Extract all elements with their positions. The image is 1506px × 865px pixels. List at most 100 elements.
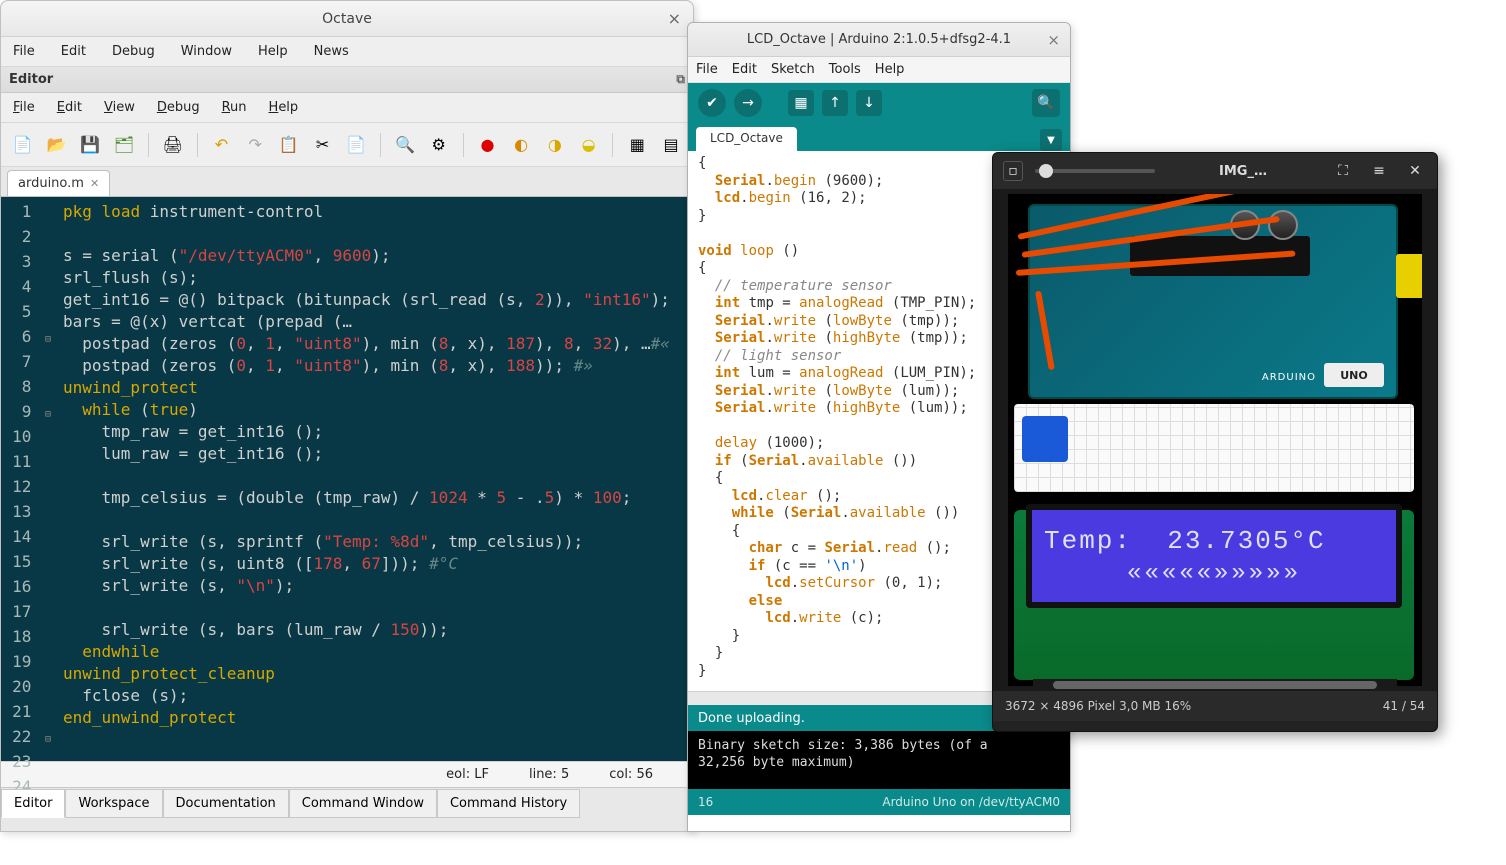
sketch-tab[interactable]: LCD_Octave [696,127,797,151]
editor-menu-run[interactable]: Run [222,100,247,115]
arduino-board: UNO ARDUINO [1028,204,1398,399]
editor-tabs: arduino.m ✕ [1,167,693,197]
editor-toolbar: 📄 📂 💾 🗂 🖨 ↶ ↷ 📋 ✂ 📄 🔍 ⚙ ● ◐ ◑ ◒ ▦ ▤ [1,123,693,167]
editor-menu-debug[interactable]: Debug [157,100,200,115]
hamburger-icon[interactable]: ≡ [1367,159,1391,183]
editor-menubar: File Edit View Debug Run Help [1,93,693,123]
editor-menu-view[interactable]: View [104,100,135,115]
menu-edit[interactable]: Edit [732,62,757,77]
menu-edit[interactable]: Edit [61,44,86,59]
tab-dropdown-icon[interactable]: ▼ [1040,129,1062,151]
close-icon[interactable]: × [668,9,681,28]
image-viewport[interactable]: UNO ARDUINO Temp: 23.7305°C «««««»»»»» [993,189,1437,691]
menu-sketch[interactable]: Sketch [771,62,815,77]
dock-tab-commandhistory[interactable]: Command History [437,789,580,818]
menu-help[interactable]: Help [258,44,288,59]
editor-menu-edit[interactable]: Edit [57,100,82,115]
dock-tab-documentation[interactable]: Documentation [163,789,289,818]
octave-menubar: File Edit Debug Window Help News [1,37,693,67]
step-icon[interactable]: ◐ [509,133,533,157]
menu-news[interactable]: News [314,44,349,59]
image-scrollbar[interactable] [1033,679,1397,691]
octave-titlebar[interactable]: Octave × [1,1,693,37]
breakpoint-icon[interactable]: ● [476,133,500,157]
menu-file[interactable]: File [696,62,718,77]
dock-tab-commandwindow[interactable]: Command Window [289,789,437,818]
fullscreen-icon[interactable]: ⛶ [1331,159,1355,183]
image-viewer-statusbar: 3672 × 4896 Pixel 3,0 MB 16% 41 / 54 [993,691,1437,721]
new-file-icon[interactable]: 📄 [11,133,35,157]
dock-tab-editor[interactable]: Editor [1,789,65,818]
menu-tools[interactable]: Tools [829,62,861,77]
status-line: line: 5 [529,767,569,782]
image-dimensions: 3672 × 4896 Pixel 3,0 MB 16% [1005,699,1191,713]
menu-help[interactable]: Help [875,62,905,77]
paste-icon[interactable]: 📄 [344,133,368,157]
run-icon[interactable]: ▦ [625,133,649,157]
open-file-icon[interactable]: 📂 [45,133,69,157]
lcd-line2: «««««»»»»» [1044,560,1384,587]
saveall-icon[interactable]: 🗂 [112,133,136,157]
sensor-module [1022,416,1068,462]
settings-icon[interactable]: ⚙ [427,133,451,157]
editor-menu-file[interactable]: File [13,100,35,115]
image-viewer-titlebar[interactable]: ▫ IMG_… ⛶ ≡ ✕ [993,153,1437,189]
stepout-icon[interactable]: ◒ [577,133,601,157]
breadboard [1014,404,1414,492]
footer-board: Arduino Uno on /dev/ttyACM0 [882,795,1060,809]
image-viewer-window: ▫ IMG_… ⛶ ≡ ✕ UNO ARDUINO Temp: 23.7305 [992,152,1438,732]
undo-icon[interactable]: ↶ [210,133,234,157]
serial-monitor-icon[interactable]: 🔍 [1032,89,1060,117]
editor-statusbar: eol: LF line: 5 col: 56 [1,761,693,787]
lcd-line1: Temp: 23.7305°C [1044,526,1384,556]
menu-file[interactable]: File [13,44,35,59]
zoom-slider[interactable] [1035,169,1155,173]
code-content[interactable]: pkg load instrument-control s = serial (… [59,197,693,761]
find-icon[interactable]: 🔍 [393,133,417,157]
sidebar-toggle-icon[interactable]: ▫ [1003,161,1023,181]
dock-tab-workspace[interactable]: Workspace [65,789,162,818]
undock-icon[interactable]: ⧉ [676,72,685,87]
lcd-display: Temp: 23.7305°C «««««»»»»» [1026,504,1402,608]
image-counter: 41 / 54 [1383,699,1425,713]
arduino-footer: 16 Arduino Uno on /dev/ttyACM0 [688,789,1070,815]
new-sketch-icon[interactable]: ▦ [788,90,814,116]
arduino-photo: UNO ARDUINO Temp: 23.7305°C «««««»»»»» [1008,194,1422,686]
save-icon[interactable]: 💾 [78,133,102,157]
arduino-title: LCD_Octave | Arduino 2:1.0.5+dfsg2-4.1 [747,32,1011,47]
code-editor[interactable]: 1 2 3 4 5 6 ⊟ 7 8 9 ⊟ 10 11 12 13 14 15 … [1,197,693,761]
footer-line: 16 [698,795,713,809]
editor-tab-arduino[interactable]: arduino.m ✕ [7,170,110,196]
redo-icon[interactable]: ↷ [243,133,267,157]
line-gutter: 1 2 3 4 5 6 ⊟ 7 8 9 ⊟ 10 11 12 13 14 15 … [1,197,59,761]
octave-window: Octave × File Edit Debug Window Help New… [0,0,694,832]
status-eol: eol: LF [446,767,489,782]
close-icon[interactable]: ✕ [1403,159,1427,183]
open-sketch-icon[interactable]: ↑ [822,90,848,116]
status-col: col: 56 [609,767,653,782]
arduino-toolbar: ✔ → ▦ ↑ ↓ 🔍 [688,83,1070,123]
upload-icon[interactable]: → [734,89,762,117]
menu-window[interactable]: Window [181,44,232,59]
arduino-brand-label: ARDUINO [1262,372,1316,383]
save-sketch-icon[interactable]: ↓ [856,90,882,116]
editor-menu-help[interactable]: Help [269,100,299,115]
print-icon[interactable]: 🖨 [161,133,185,157]
runsel-icon[interactable]: ▤ [659,133,683,157]
arduino-console: Binary sketch size: 3,386 bytes (of a 32… [688,731,1070,789]
close-tab-icon[interactable]: ✕ [90,177,99,190]
stepin-icon[interactable]: ◑ [543,133,567,157]
tab-label: arduino.m [18,176,84,191]
editor-panel-header: Editor ⧉ [1,67,693,93]
capacitor [1268,210,1298,240]
image-title: IMG_… [1167,164,1319,179]
arduino-titlebar[interactable]: LCD_Octave | Arduino 2:1.0.5+dfsg2-4.1 × [688,23,1070,57]
menu-debug[interactable]: Debug [112,44,155,59]
bottom-dock-tabs: Editor Workspace Documentation Command W… [1,787,693,819]
arduino-menubar: File Edit Sketch Tools Help [688,57,1070,83]
copy-icon[interactable]: 📋 [277,133,301,157]
arduino-tabbar: LCD_Octave ▼ [688,123,1070,151]
cut-icon[interactable]: ✂ [311,133,335,157]
close-icon[interactable]: × [1047,31,1060,49]
verify-icon[interactable]: ✔ [698,89,726,117]
